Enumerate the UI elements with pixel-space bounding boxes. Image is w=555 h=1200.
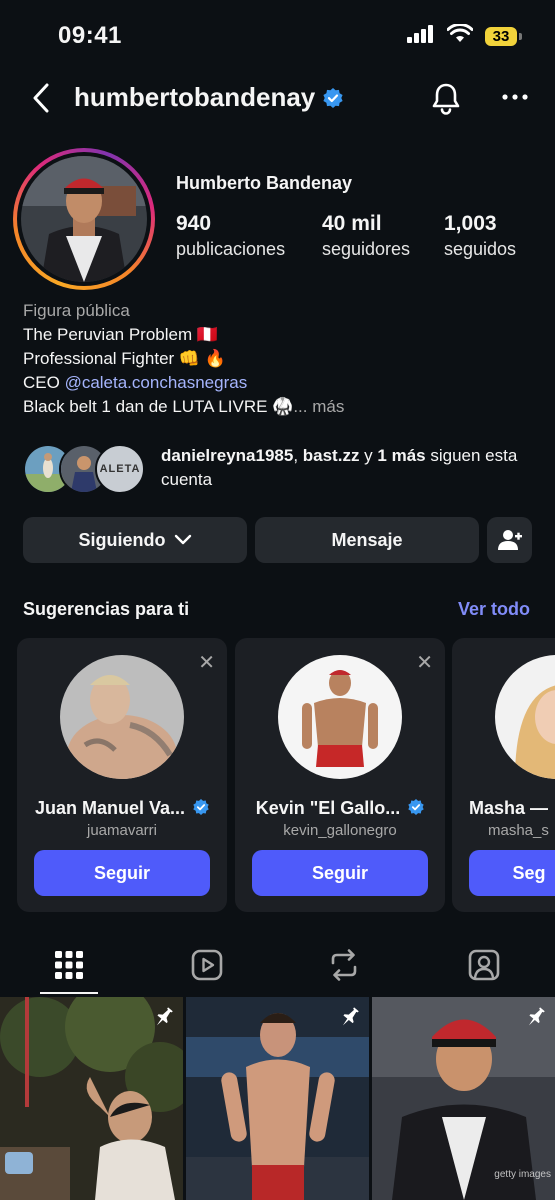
pin-icon bbox=[525, 1005, 547, 1034]
wifi-icon bbox=[446, 23, 474, 48]
bio-line-4-text: Black belt 1 dan de LUTA LIVRE 🥋 bbox=[23, 397, 294, 416]
follower-avatar-3: ALETA bbox=[95, 444, 145, 494]
suggestion-avatar[interactable] bbox=[60, 655, 184, 779]
stat-followers[interactable]: 40 mil seguidores bbox=[322, 212, 410, 260]
stat-following-value: 1,003 bbox=[444, 212, 497, 235]
suggestions-title: Sugerencias para ti bbox=[23, 599, 190, 619]
bio-line-1: The Peruvian Problem 🇵🇪 bbox=[23, 325, 219, 344]
bio-ceo-prefix: CEO bbox=[23, 373, 65, 392]
status-time: 09:41 bbox=[58, 22, 122, 49]
suggestion-name-text: Juan Manuel Va... bbox=[34, 798, 186, 818]
stat-followers-value: 40 mil bbox=[322, 212, 382, 235]
stat-posts-label: publicaciones bbox=[176, 239, 286, 259]
profile-bio: Figura pública The Peruvian Problem 🇵🇪 P… bbox=[23, 299, 533, 419]
suggestion-handle: juamavarri bbox=[86, 822, 158, 839]
verified-badge-icon bbox=[323, 84, 343, 115]
pin-icon bbox=[339, 1005, 361, 1034]
followed-by-user-1[interactable]: danielreyna1985 bbox=[161, 446, 293, 465]
verified-badge-icon bbox=[193, 798, 209, 820]
stat-following-label: seguidos bbox=[444, 239, 517, 259]
stat-posts-value: 940 bbox=[176, 212, 212, 235]
post-tile[interactable] bbox=[0, 997, 183, 1200]
profile-photo bbox=[21, 156, 147, 282]
bio-line-2: Professional Fighter 👊 🔥 bbox=[23, 349, 226, 368]
suggestion-name-text: Kevin "El Gallo... bbox=[255, 798, 401, 818]
tab-reposts[interactable] bbox=[314, 945, 374, 985]
post-tile[interactable]: getty images bbox=[372, 997, 555, 1200]
back-button[interactable] bbox=[26, 80, 56, 116]
battery-icon: 33 bbox=[485, 26, 522, 46]
followed-by-sep-2: y bbox=[359, 446, 378, 465]
suggestion-handle: kevin_gallonegro bbox=[283, 822, 397, 839]
suggestion-name: Juan Manuel Va... bbox=[17, 798, 227, 820]
more-options-icon[interactable] bbox=[500, 82, 530, 117]
suggestion-card[interactable]: ✕ Juan Manuel Va... juamavarri Seguir bbox=[17, 638, 227, 912]
dismiss-close-icon[interactable]: ✕ bbox=[416, 650, 433, 675]
chevron-down-icon bbox=[174, 534, 191, 545]
suggestion-card[interactable]: ✕ Kevin "El Gallo... kevin_gallonegro Se… bbox=[235, 638, 445, 912]
message-button-label: Mensaje bbox=[331, 529, 403, 550]
suggestion-avatar[interactable] bbox=[495, 655, 555, 779]
profile-username: humbertobandenay bbox=[74, 82, 343, 115]
bio-category: Figura pública bbox=[23, 301, 130, 320]
post-tile[interactable] bbox=[186, 997, 369, 1200]
stat-following[interactable]: 1,003 seguidos bbox=[444, 212, 516, 260]
signal-icon bbox=[407, 24, 435, 48]
followed-by-others[interactable]: 1 más bbox=[377, 446, 425, 465]
stat-followers-label: seguidores bbox=[322, 239, 411, 259]
follow-button[interactable]: Seguir bbox=[34, 850, 210, 896]
following-button-label: Siguiendo bbox=[78, 529, 166, 550]
grid-icon bbox=[55, 951, 83, 979]
tagged-person-icon bbox=[468, 949, 500, 981]
followed-by-sep-1: , bbox=[293, 446, 303, 465]
follower-avatar-3-text: ALETA bbox=[99, 463, 141, 475]
pin-icon bbox=[153, 1005, 175, 1034]
active-tab-indicator bbox=[40, 992, 98, 994]
see-all-link[interactable]: Ver todo bbox=[458, 599, 530, 620]
followed-by-row[interactable]: ALETA danielreyna1985, bast.zz y 1 más s… bbox=[23, 444, 531, 494]
followed-by-text: danielreyna1985, bast.zz y 1 más siguen … bbox=[161, 444, 531, 492]
chevron-left-icon bbox=[33, 83, 49, 113]
add-person-icon bbox=[497, 530, 522, 550]
profile-full-name: Humberto Bandenay bbox=[176, 173, 353, 193]
verified-badge-icon bbox=[408, 798, 424, 820]
username-text: humbertobandenay bbox=[74, 82, 316, 112]
follow-button[interactable]: Seg bbox=[469, 850, 555, 896]
repost-icon bbox=[331, 949, 357, 981]
watermark-text: getty images bbox=[494, 1169, 551, 1180]
bio-line-3: CEO @caleta.conchasnegras bbox=[23, 371, 533, 395]
tab-reels[interactable] bbox=[177, 945, 237, 985]
stat-posts[interactable]: 940 publicaciones bbox=[176, 212, 285, 260]
add-user-button[interactable] bbox=[487, 517, 532, 563]
suggestion-name: Kevin "El Gallo... bbox=[235, 798, 445, 820]
profile-avatar[interactable] bbox=[13, 148, 155, 290]
tab-posts-grid[interactable] bbox=[39, 945, 99, 985]
notifications-bell-icon[interactable] bbox=[428, 80, 464, 121]
suggestion-avatar[interactable] bbox=[278, 655, 402, 779]
dismiss-close-icon[interactable]: ✕ bbox=[198, 650, 215, 675]
suggestion-name: Masha — bbox=[469, 798, 549, 818]
bio-mention-link[interactable]: @caleta.conchasnegras bbox=[65, 373, 248, 392]
bio-line-4: Black belt 1 dan de LUTA LIVRE 🥋... más bbox=[23, 395, 533, 419]
followed-by-user-2[interactable]: bast.zz bbox=[303, 446, 360, 465]
suggestion-handle: masha_s bbox=[488, 822, 549, 839]
tab-tagged[interactable] bbox=[454, 945, 514, 985]
status-icons: 33 bbox=[407, 23, 522, 48]
following-button[interactable]: Siguiendo bbox=[23, 517, 247, 563]
follow-button[interactable]: Seguir bbox=[252, 850, 428, 896]
message-button[interactable]: Mensaje bbox=[255, 517, 479, 563]
suggestion-card[interactable]: Masha — masha_s Seg bbox=[452, 638, 555, 912]
reels-icon bbox=[191, 949, 223, 981]
bio-more-link[interactable]: ... más bbox=[293, 397, 344, 416]
